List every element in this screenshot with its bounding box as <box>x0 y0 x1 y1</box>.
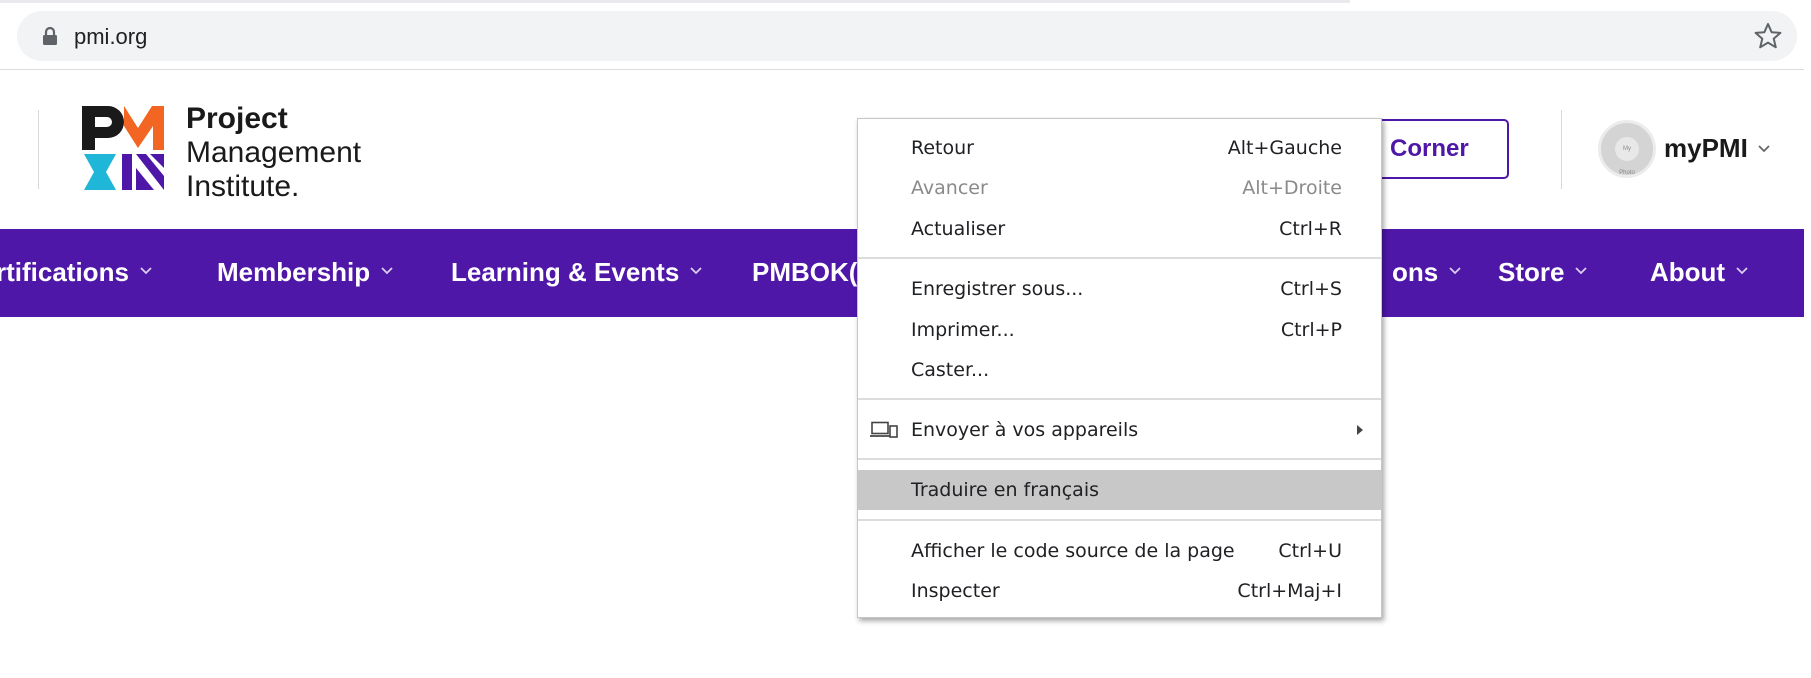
lock-icon[interactable] <box>39 25 61 47</box>
star-icon[interactable] <box>1753 21 1783 51</box>
menu-item-shortcut: Alt+Droite <box>1242 177 1342 199</box>
nav-item-about[interactable]: About <box>1650 257 1749 288</box>
menu-item-label: Avancer <box>911 177 988 199</box>
context-menu: Retour Alt+Gauche Avancer Alt+Droite Act… <box>857 118 1382 618</box>
mypmi-menu-label[interactable]: myPMI <box>1664 133 1748 164</box>
menu-item-print[interactable]: Imprimer... Ctrl+P <box>858 310 1381 350</box>
nav-item-publications[interactable]: ons <box>1392 257 1462 288</box>
menu-item-forward[interactable]: Avancer Alt+Droite <box>858 168 1381 208</box>
nav-item-label: Store <box>1498 257 1565 287</box>
chevron-down-icon <box>140 267 152 275</box>
chevron-down-icon <box>381 267 393 275</box>
nav-item-label: rtifications <box>0 257 129 287</box>
address-bar[interactable]: pmi.org <box>17 11 1797 61</box>
url-text[interactable]: pmi.org <box>74 24 147 50</box>
browser-toolbar: pmi.org <box>0 0 1811 70</box>
pmi-logo-mark <box>82 106 164 190</box>
menu-item-shortcut: Ctrl+P <box>1280 319 1342 341</box>
chevron-down-icon <box>690 267 702 275</box>
logo-text: Project Management Institute. <box>186 102 361 204</box>
chevron-down-icon <box>1449 267 1461 275</box>
chevron-down-icon[interactable] <box>1756 141 1772 157</box>
logo-text-line-2: Management <box>186 136 362 169</box>
nav-item-learning-events[interactable]: Learning & Events <box>451 257 703 288</box>
menu-item-translate[interactable]: Traduire en français <box>858 470 1381 510</box>
chevron-down-icon <box>1736 267 1748 275</box>
logo-text-line-3: Institute. <box>186 170 300 203</box>
menu-separator <box>858 519 1381 521</box>
menu-item-save-as[interactable]: Enregistrer sous... Ctrl+S <box>858 269 1381 309</box>
menu-item-label: Caster... <box>911 359 990 381</box>
menu-item-view-source[interactable]: Afficher le code source de la page Ctrl+… <box>858 531 1381 571</box>
nav-item-store[interactable]: Store <box>1498 257 1588 288</box>
header-divider <box>1561 110 1562 189</box>
menu-item-reload[interactable]: Actualiser Ctrl+R <box>858 209 1381 249</box>
menu-item-back[interactable]: Retour Alt+Gauche <box>858 128 1381 168</box>
menu-separator <box>858 398 1381 400</box>
nav-item-label: About <box>1650 257 1726 287</box>
menu-separator <box>858 257 1381 259</box>
nav-item-pmbok[interactable]: PMBOK( <box>752 257 857 288</box>
menu-item-shortcut: Alt+Gauche <box>1227 137 1342 159</box>
menu-item-label: Inspecter <box>911 580 1000 602</box>
menu-item-label: Envoyer à vos appareils <box>911 419 1139 441</box>
submenu-arrow-icon <box>1357 425 1363 435</box>
menu-item-shortcut: Ctrl+U <box>1278 540 1342 562</box>
nav-item-label: Membership <box>217 257 371 287</box>
avatar-placeholder: My Photo <box>1615 137 1639 176</box>
menu-item-label: Imprimer... <box>911 319 1015 341</box>
menu-item-label: Actualiser <box>911 218 1006 240</box>
corner-button-label: Corner <box>1390 135 1469 162</box>
chevron-down-icon <box>1575 267 1588 275</box>
menu-separator <box>858 458 1381 460</box>
logo-text-line-1: Project <box>186 102 288 135</box>
nav-item-label: Learning & Events <box>451 257 680 287</box>
menu-item-cast[interactable]: Caster... <box>858 350 1381 390</box>
menu-item-shortcut: Ctrl+Maj+I <box>1237 580 1342 602</box>
menu-item-inspect[interactable]: Inspecter Ctrl+Maj+I <box>858 571 1381 611</box>
pmi-logo[interactable]: Project Management Institute. <box>82 102 382 203</box>
menu-item-label: Enregistrer sous... <box>911 278 1084 300</box>
nav-item-label: PMBOK( <box>752 257 858 287</box>
nav-item-certifications[interactable]: rtifications <box>0 257 153 288</box>
menu-item-shortcut: Ctrl+S <box>1280 278 1342 300</box>
avatar[interactable]: My Photo <box>1598 120 1656 178</box>
nav-item-membership[interactable]: Membership <box>217 257 394 288</box>
tab-strip-edge <box>0 0 1350 3</box>
header-divider <box>38 110 39 189</box>
menu-item-shortcut: Ctrl+R <box>1279 218 1342 240</box>
menu-item-label: Traduire en français <box>911 479 1099 501</box>
menu-item-label: Retour <box>911 137 974 159</box>
page-edge <box>1804 0 1811 678</box>
devices-icon <box>870 421 898 438</box>
nav-item-label: ons <box>1392 257 1439 287</box>
menu-item-send-to-devices[interactable]: Envoyer à vos appareils <box>858 410 1381 450</box>
menu-item-label: Afficher le code source de la page <box>911 540 1235 562</box>
